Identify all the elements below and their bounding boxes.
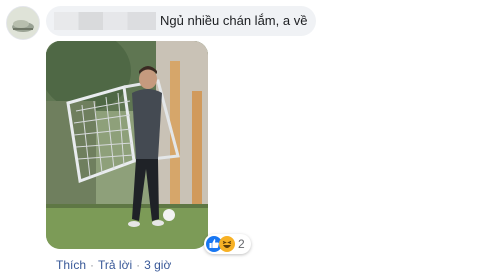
avatar[interactable] (6, 6, 40, 40)
timestamp[interactable]: 3 giờ (144, 258, 171, 272)
author-name-redacted[interactable] (54, 12, 156, 30)
comment-bubble: Ngủ nhiều chán lắm, a về (46, 6, 316, 36)
comment-actions: Thích · Trả lời · 3 giờ (56, 258, 171, 272)
reaction-count: 2 (238, 237, 245, 251)
comment-photo[interactable] (46, 41, 208, 249)
like-link[interactable]: Thích (56, 258, 86, 272)
separator: · (90, 258, 95, 272)
separator: · (136, 258, 141, 272)
reply-link[interactable]: Trả lời (98, 258, 132, 272)
reactions-summary[interactable]: 2 (204, 234, 251, 254)
haha-icon (219, 236, 235, 252)
comment-text: Ngủ nhiều chán lắm, a về (160, 13, 308, 28)
